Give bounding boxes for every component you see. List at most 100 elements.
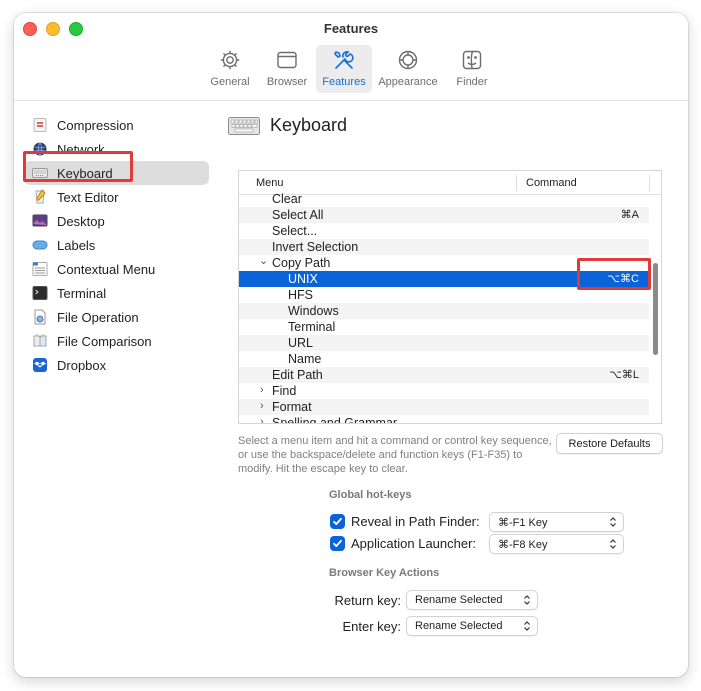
toolbar-tab-general[interactable]: General xyxy=(202,45,258,93)
chevron-up-down-icon xyxy=(610,539,616,549)
reveal-in-path-finder-checkbox[interactable] xyxy=(330,514,345,529)
table-scrollbar[interactable] xyxy=(653,263,658,355)
table-row[interactable]: Select All ⌘A xyxy=(239,207,649,223)
return-key-label: Return key: xyxy=(334,593,401,608)
toolbar-tab-label: Browser xyxy=(266,76,308,88)
sidebar-item-label: Desktop xyxy=(57,213,105,229)
tools-icon xyxy=(334,51,354,69)
table-row[interactable]: Terminal xyxy=(239,319,649,335)
pane-header: Keyboard xyxy=(228,115,347,136)
return-key-popup[interactable]: Rename Selected xyxy=(406,590,538,610)
sidebar-item-dropbox[interactable]: Dropbox xyxy=(24,353,209,377)
column-divider[interactable] xyxy=(516,175,517,191)
launcher-hotkey-popup[interactable]: ⌘-F8 Key xyxy=(489,534,624,554)
finder-icon xyxy=(462,50,482,70)
column-header-menu[interactable]: Menu xyxy=(256,177,284,189)
file-operation-icon xyxy=(32,309,48,325)
enter-key-label: Enter key: xyxy=(342,619,401,634)
row-label: Copy Path xyxy=(272,256,331,270)
popup-value: Rename Selected xyxy=(415,620,503,632)
chevron-up-down-icon xyxy=(524,595,530,605)
gear-icon xyxy=(220,50,240,70)
row-label: Terminal xyxy=(288,320,336,334)
desktop-icon xyxy=(32,213,48,229)
row-label: HFS xyxy=(288,288,313,302)
sidebar-item-label: Terminal xyxy=(57,285,107,301)
reveal-hotkey-row: Reveal in Path Finder: xyxy=(330,514,480,529)
contextual-menu-icon xyxy=(32,261,48,277)
table-row[interactable]: › Find xyxy=(239,383,649,399)
disclosure-expanded-icon[interactable]: ⌄ xyxy=(259,254,268,267)
sidebar-item-file-operation[interactable]: File Operation xyxy=(24,305,209,329)
toolbar-tab-label: Finder xyxy=(456,76,488,88)
table-row[interactable]: Edit Path ⌥⌘L xyxy=(239,367,649,383)
table-row[interactable]: Name xyxy=(239,351,649,367)
reveal-hotkey-popup[interactable]: ⌘-F1 Key xyxy=(489,512,624,532)
file-comparison-icon xyxy=(32,333,48,349)
preferences-window: Features General Browser Features Appear… xyxy=(14,13,688,677)
row-command: ⌥⌘L xyxy=(609,369,639,381)
application-launcher-checkbox[interactable] xyxy=(330,536,345,551)
row-label: Spelling and Grammar xyxy=(272,416,398,424)
browser-key-actions-heading: Browser Key Actions xyxy=(329,567,440,579)
row-label: Name xyxy=(288,352,322,366)
table-row[interactable]: Windows xyxy=(239,303,649,319)
sidebar-item-compression[interactable]: Compression xyxy=(24,113,209,137)
enter-key-popup[interactable]: Rename Selected xyxy=(406,616,538,636)
global-hotkeys-heading: Global hot-keys xyxy=(329,489,412,501)
launcher-hotkey-row: Application Launcher: xyxy=(330,536,476,551)
dropbox-icon xyxy=(32,357,48,373)
row-label: Select All xyxy=(272,208,324,222)
disclosure-collapsed-icon[interactable]: › xyxy=(260,416,264,423)
table-row[interactable]: › Format xyxy=(239,399,649,415)
help-text: Select a menu item and hit a command or … xyxy=(238,435,552,475)
row-label: Windows xyxy=(288,304,339,318)
popup-value: Rename Selected xyxy=(415,594,503,606)
disclosure-collapsed-icon[interactable]: › xyxy=(260,384,264,396)
checkmark-icon xyxy=(333,539,342,547)
row-label: UNIX xyxy=(288,272,318,286)
application-launcher-label: Application Launcher: xyxy=(351,536,477,551)
reveal-in-path-finder-label: Reveal in Path Finder: xyxy=(351,514,480,529)
table-row[interactable]: Clear xyxy=(239,191,649,207)
chevron-up-down-icon xyxy=(610,517,616,527)
popup-value: ⌘-F8 Key xyxy=(498,538,548,551)
toolbar-tab-browser[interactable]: Browser xyxy=(259,45,315,93)
compression-icon xyxy=(32,117,48,133)
row-label: Select... xyxy=(272,224,318,238)
table-row[interactable]: Invert Selection xyxy=(239,239,649,255)
disclosure-collapsed-icon[interactable]: › xyxy=(260,400,264,412)
row-command: ⌘A xyxy=(620,209,639,221)
shortcut-highlight-box xyxy=(577,258,651,290)
terminal-icon xyxy=(32,285,48,301)
browser-window-icon xyxy=(277,51,297,69)
table-row[interactable]: Select... xyxy=(239,223,649,239)
popup-value: ⌘-F1 Key xyxy=(498,516,548,529)
toolbar-tab-label: Appearance xyxy=(378,76,438,88)
sidebar-item-labels[interactable]: Labels xyxy=(24,233,209,257)
toolbar-tab-features[interactable]: Features xyxy=(316,45,372,93)
toolbar-tab-label: General xyxy=(210,76,250,88)
restore-defaults-button[interactable]: Restore Defaults xyxy=(556,433,663,454)
sidebar-item-file-comparison[interactable]: File Comparison xyxy=(24,329,209,353)
column-header-command[interactable]: Command xyxy=(526,177,577,189)
appearance-icon xyxy=(398,50,418,70)
sidebar-item-contextual-menu[interactable]: Contextual Menu xyxy=(24,257,209,281)
sidebar-item-desktop[interactable]: Desktop xyxy=(24,209,209,233)
toolbar-tab-label: Features xyxy=(322,76,366,88)
sidebar-item-terminal[interactable]: Terminal xyxy=(24,281,209,305)
text-editor-icon xyxy=(32,189,48,205)
toolbar-tab-appearance[interactable]: Appearance xyxy=(373,45,443,93)
sidebar-item-label: Contextual Menu xyxy=(57,261,156,277)
sidebar-item-label: Text Editor xyxy=(57,189,119,205)
table-row[interactable]: › Spelling and Grammar xyxy=(239,415,649,424)
row-label: Edit Path xyxy=(272,368,323,382)
chevron-up-down-icon xyxy=(524,621,530,631)
row-label: Find xyxy=(272,384,297,398)
sidebar-item-label: File Comparison xyxy=(57,333,152,349)
sidebar-item-label: Labels xyxy=(57,237,96,253)
sidebar-item-text-editor[interactable]: Text Editor xyxy=(24,185,209,209)
row-label: Format xyxy=(272,400,312,414)
table-row[interactable]: URL xyxy=(239,335,649,351)
toolbar-tab-finder[interactable]: Finder xyxy=(444,45,500,93)
